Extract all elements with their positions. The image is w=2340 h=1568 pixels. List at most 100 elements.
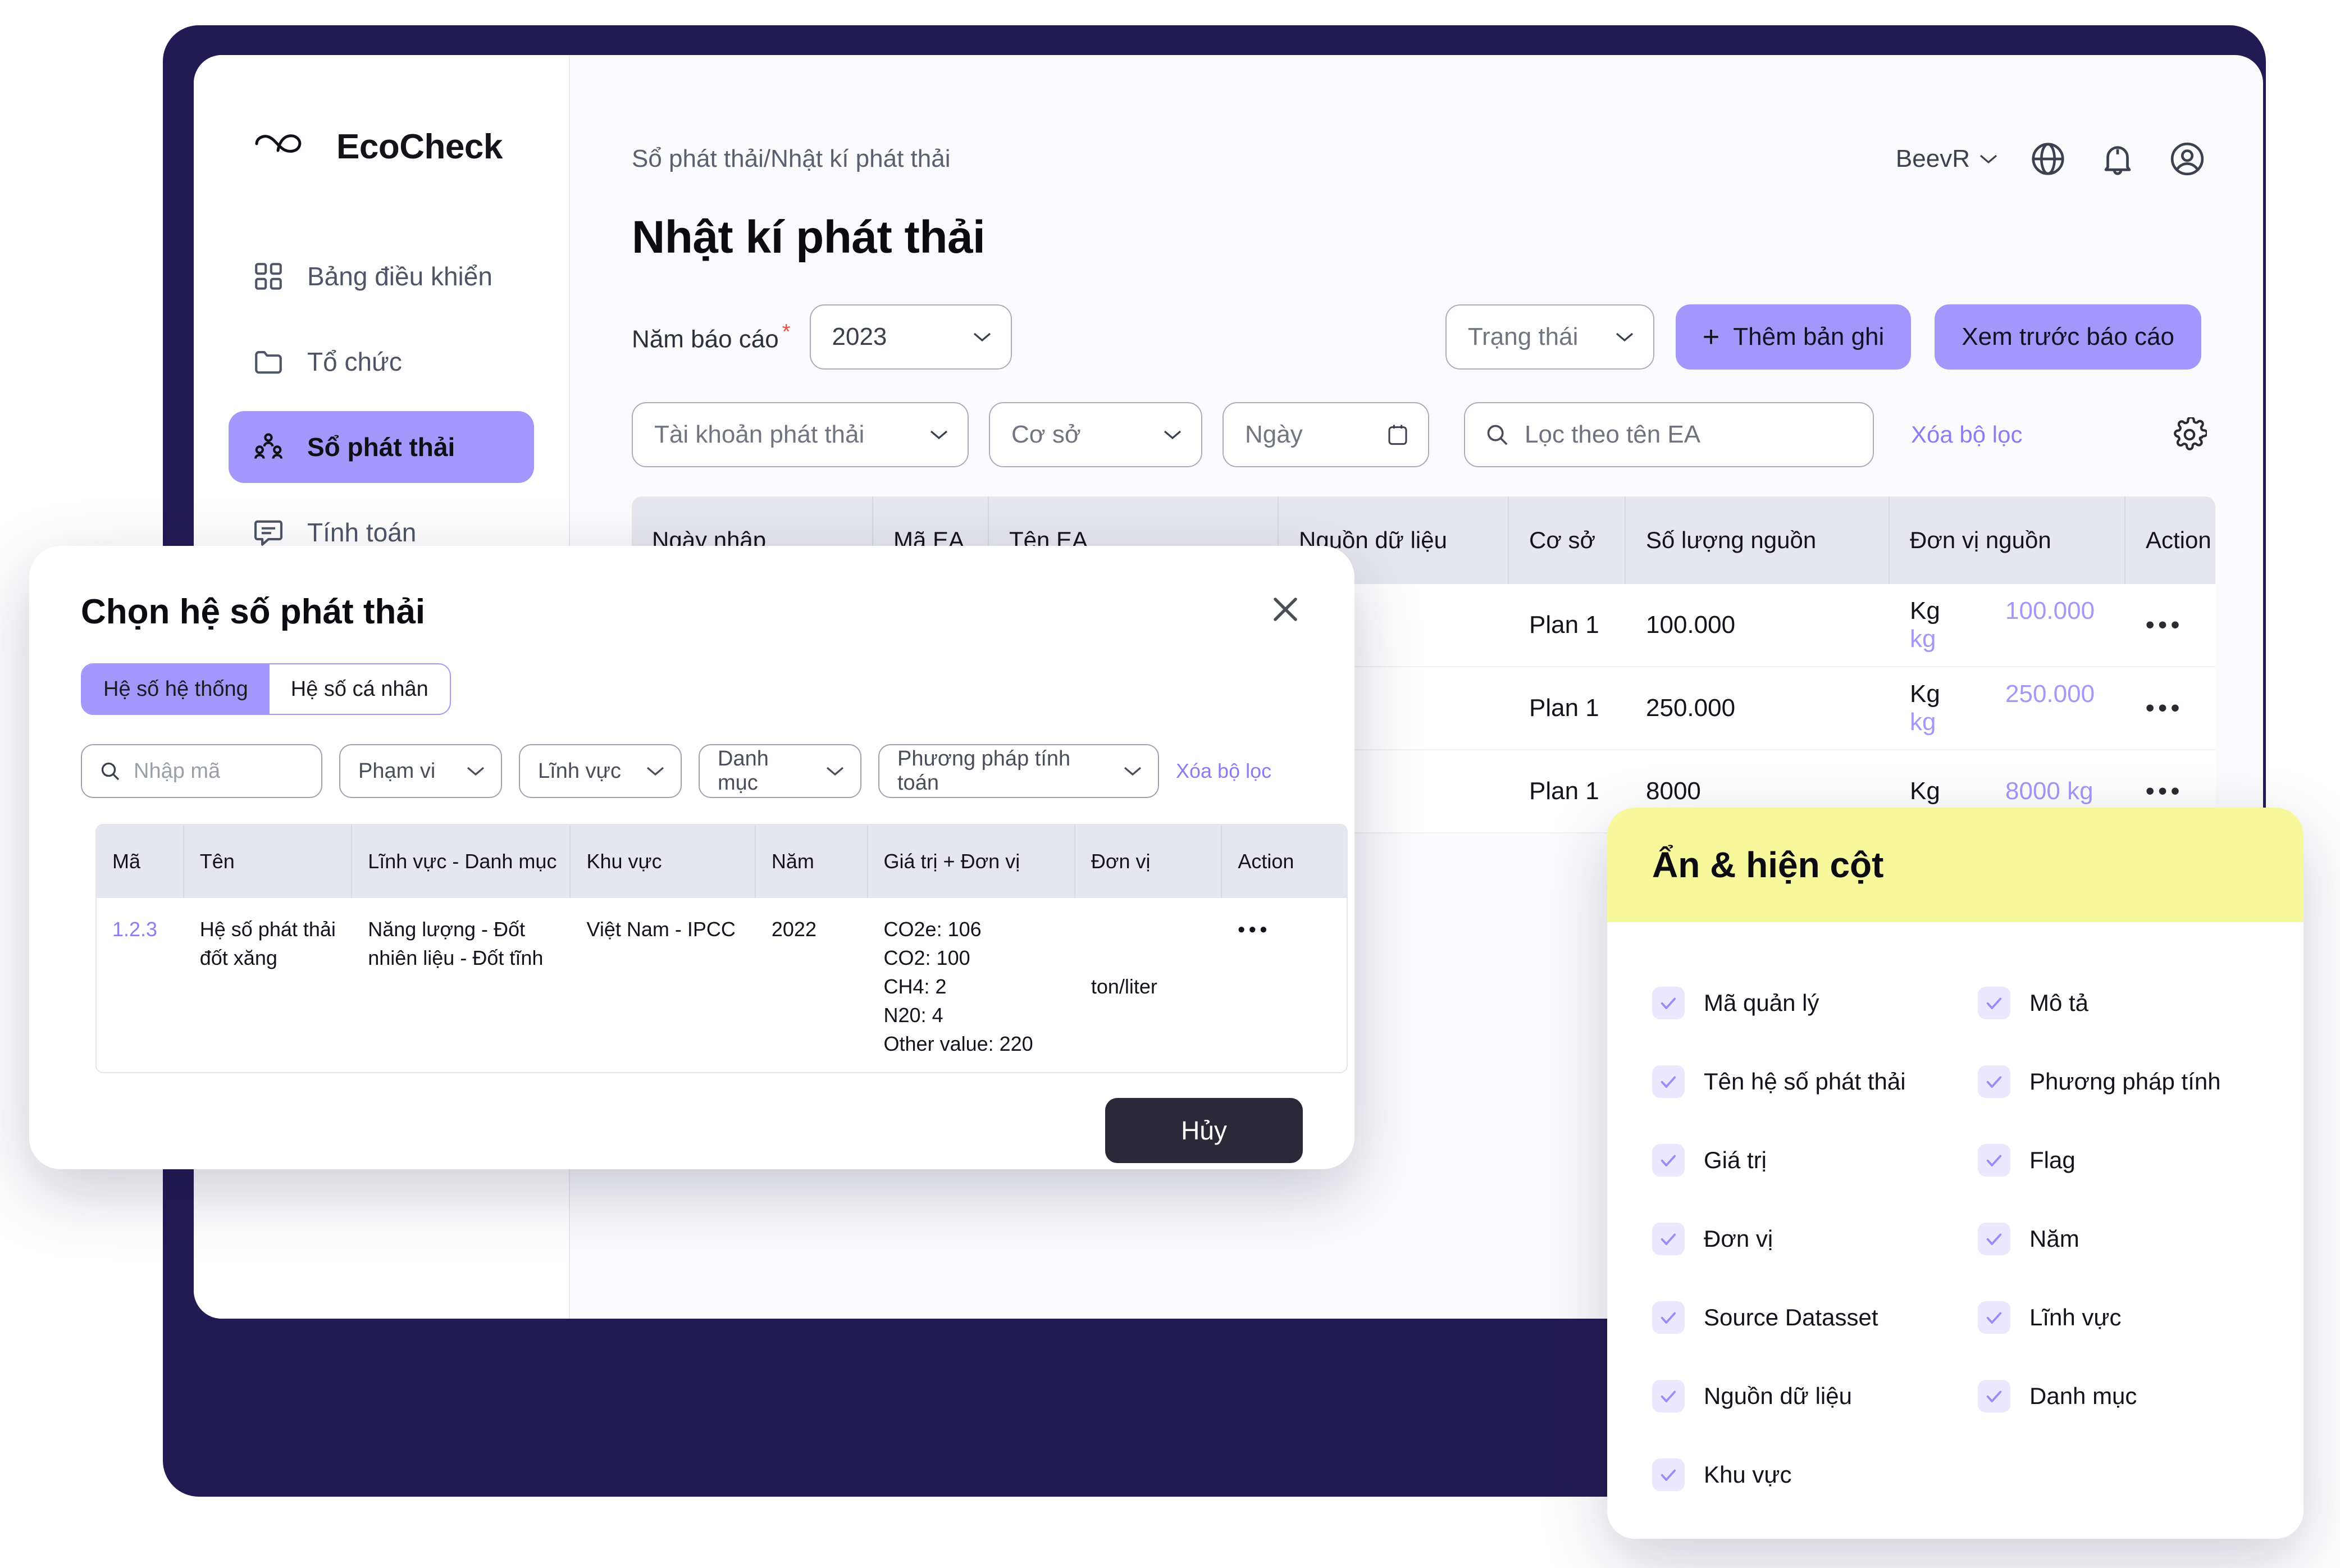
calc-method-select[interactable]: Phương pháp tính toán	[878, 744, 1159, 798]
column-label: Giá trị	[1704, 1147, 1767, 1173]
calc-method-value: Phương pháp tính toán	[897, 747, 1071, 795]
filter-row-primary: Năm báo cáo * 2023 Trạng thái + Thêm bản …	[570, 264, 2263, 370]
column-toggle-ma-quan-ly[interactable]: Mã quản lý	[1652, 964, 1978, 1042]
search-ea-input[interactable]: Lọc theo tên EA	[1464, 402, 1874, 467]
category-value: Danh mục	[718, 747, 769, 795]
row-actions-button[interactable]: •••	[2125, 777, 2215, 805]
cell-khu-vuc: Việt Nam - IPCC	[586, 918, 736, 941]
unit-text: Kg	[1910, 680, 1940, 708]
facility-select[interactable]: Cơ sở	[989, 402, 1202, 467]
gear-icon[interactable]	[2172, 416, 2208, 452]
scope-select[interactable]: Phạm vi	[339, 744, 502, 798]
cell-gia-tri-don-vi: CO2e: 106 CO2: 100 CH4: 2 N20: 4 Other v…	[883, 918, 1033, 1056]
brand-name: EcoCheck	[336, 127, 503, 166]
date-value: Ngày	[1245, 421, 1303, 448]
table-header-cell[interactable]: Lĩnh vực - Danh mục	[352, 825, 571, 898]
column-toggle-don-vi[interactable]: Đơn vị	[1652, 1200, 1978, 1278]
column-toggle-source-datasset[interactable]: Source Datasset	[1652, 1278, 1978, 1357]
sidebar-item-label: Sổ phát thải	[307, 432, 455, 462]
status-select[interactable]: Trạng thái	[1445, 304, 1654, 370]
column-toggle-flag[interactable]: Flag	[1978, 1121, 2303, 1200]
column-toggle-khu-vuc[interactable]: Khu vực	[1652, 1435, 1978, 1514]
cancel-button[interactable]: Hủy	[1105, 1097, 1303, 1163]
preview-report-button[interactable]: Xem trước báo cáo	[1935, 304, 2201, 370]
field-select[interactable]: Lĩnh vực	[519, 744, 682, 798]
code-search-input[interactable]: Nhập mã	[81, 744, 322, 798]
tab-he-so-ca-nhan[interactable]: Hệ số cá nhân	[270, 664, 450, 714]
modal-header: Chọn hệ số phát thải	[29, 546, 1354, 632]
plus-icon: +	[1702, 321, 1720, 353]
table-header-cell[interactable]: Khu vực	[571, 825, 756, 898]
emission-factor-table: Mã Tên Lĩnh vực - Danh mục Khu vực Năm G…	[95, 824, 1348, 1073]
preview-report-label: Xem trước báo cáo	[1962, 323, 2174, 350]
modal-footer: Hủy	[29, 1073, 1354, 1163]
account-icon[interactable]	[2168, 139, 2207, 179]
field-value: Lĩnh vực	[538, 759, 621, 783]
modal-title: Chọn hệ số phát thải	[81, 592, 426, 631]
year-select[interactable]: 2023	[809, 304, 1012, 370]
table-header-cell[interactable]: Tên	[184, 825, 353, 898]
sidebar-item-bang-dieu-khien[interactable]: Bảng điều khiển	[229, 240, 534, 312]
checkbox-checked-icon	[1652, 1065, 1685, 1098]
column-toggle-ten-he-so-phat-thai[interactable]: Tên hệ số phát thải	[1652, 1042, 1978, 1121]
chevron-down-icon	[646, 767, 664, 776]
code-search-placeholder: Nhập mã	[134, 759, 221, 783]
chevron-down-icon	[1164, 430, 1182, 440]
table-header-cell[interactable]: Giá trị + Đơn vị	[868, 825, 1075, 898]
column-toggle-linh-vuc[interactable]: Lĩnh vực	[1978, 1278, 2303, 1357]
column-label: Danh mục	[2029, 1383, 2137, 1409]
unit-text: Kg	[1910, 597, 1940, 625]
column-toggle-nam[interactable]: Năm	[1978, 1200, 2303, 1278]
cell-co-so: Plan 1	[1529, 777, 1599, 805]
column-label: Phương pháp tính	[2029, 1068, 2221, 1095]
column-label: Nguồn dữ liệu	[1704, 1383, 1852, 1409]
checkbox-checked-icon	[1652, 1458, 1685, 1491]
sidebar-item-so-phat-thai[interactable]: Sổ phát thải	[229, 411, 534, 483]
column-toggle-gia-tri[interactable]: Giá trị	[1652, 1121, 1978, 1200]
column-toggle-nguon-du-lieu[interactable]: Nguồn dữ liệu	[1652, 1357, 1978, 1435]
brand: EcoCheck	[194, 121, 569, 172]
column-toggle-phuong-phap-tinh[interactable]: Phương pháp tính	[1978, 1042, 2303, 1121]
cell-co-so: Plan 1	[1529, 611, 1599, 639]
users-icon	[252, 431, 285, 463]
column-toggle-mo-ta[interactable]: Mô tả	[1978, 964, 2303, 1042]
table-header-cell[interactable]: Mã	[97, 825, 184, 898]
chevron-down-icon	[930, 430, 948, 440]
column-label: Tên hệ số phát thải	[1704, 1068, 1906, 1095]
bell-icon[interactable]	[2098, 139, 2137, 179]
table-header-cell[interactable]: Số lượng nguồn	[1626, 496, 1890, 584]
scope-value: Phạm vi	[358, 759, 436, 783]
unit-text: Kg	[1910, 777, 1940, 805]
row-actions-button[interactable]: •••	[2125, 611, 2215, 639]
modal-clear-filters-link[interactable]: Xóa bộ lọc	[1176, 759, 1271, 783]
table-header-cell[interactable]: Năm	[756, 825, 868, 898]
clear-filters-link[interactable]: Xóa bộ lọc	[1911, 421, 2022, 448]
globe-icon[interactable]	[2028, 139, 2068, 179]
status-select-value: Trạng thái	[1467, 323, 1579, 350]
user-menu[interactable]: BeevR	[1896, 145, 1998, 173]
calendar-icon	[1388, 425, 1407, 445]
sidebar-item-to-chuc[interactable]: Tổ chức	[229, 326, 534, 398]
close-icon[interactable]	[1268, 592, 1303, 627]
table-header-cell[interactable]: Action	[1222, 825, 1347, 898]
checkbox-checked-icon	[1652, 1301, 1685, 1334]
modal-tabs: Hệ số hệ thống Hệ số cá nhân	[81, 663, 451, 715]
add-record-button[interactable]: + Thêm bản ghi	[1675, 304, 1912, 370]
cell-so-luong-nguon: 100.000	[1646, 611, 1736, 639]
table-header-cell[interactable]: Đơn vị nguồn	[1890, 496, 2125, 584]
row-actions-button[interactable]: •••	[1222, 915, 1347, 1059]
table-row[interactable]: 1.2.3 Hệ số phát thải đốt xăng Năng lượn…	[97, 898, 1347, 1072]
table-header-cell[interactable]: Đơn vị	[1075, 825, 1223, 898]
column-toggle-danh-muc[interactable]: Danh mục	[1978, 1357, 2303, 1435]
category-select[interactable]: Danh mục	[699, 744, 861, 798]
sidebar-item-label: Bảng điều khiển	[307, 262, 492, 291]
emission-account-select[interactable]: Tài khoản phát thải	[632, 402, 969, 467]
tab-he-so-he-thong[interactable]: Hệ số hệ thống	[82, 664, 270, 714]
table-header-cell[interactable]: Cơ sở	[1509, 496, 1626, 584]
date-picker[interactable]: Ngày	[1223, 402, 1429, 467]
checkbox-checked-icon	[1652, 1144, 1685, 1177]
table-header-cell[interactable]: Action	[2125, 496, 2215, 584]
checkbox-checked-icon	[1978, 1144, 2010, 1177]
required-asterisk: *	[782, 320, 791, 344]
row-actions-button[interactable]: •••	[2125, 694, 2215, 722]
